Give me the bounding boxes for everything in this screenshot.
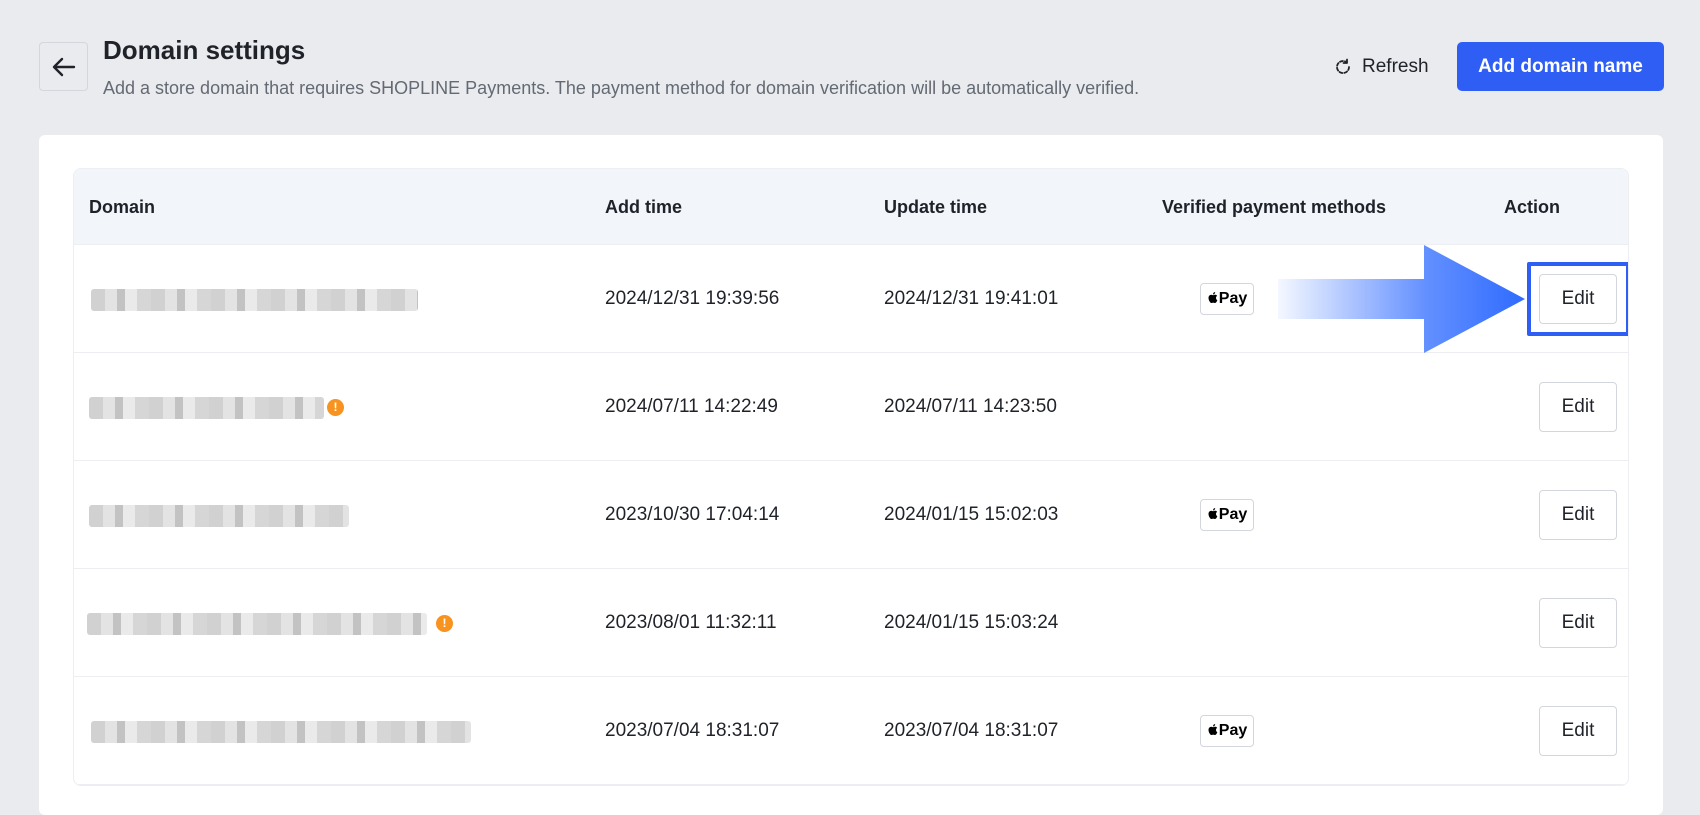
domain-name-redacted — [89, 505, 349, 527]
domain-name-redacted — [91, 721, 471, 743]
refresh-icon — [1336, 58, 1350, 74]
apple-pay-badge: Pay — [1200, 715, 1254, 747]
table-row: 2024/12/31 19:39:56 2024/12/31 19:41:01 … — [74, 245, 1628, 353]
add-domain-button[interactable]: Add domain name — [1457, 42, 1664, 91]
page-header: Domain settings Add a store domain that … — [0, 0, 1700, 135]
add-time-cell: 2024/07/11 14:22:49 — [605, 396, 778, 417]
apple-pay-badge: Pay — [1200, 283, 1254, 315]
edit-button[interactable]: Edit — [1539, 598, 1617, 648]
column-header-add-time: Add time — [605, 197, 683, 217]
column-header-action: Action — [1504, 197, 1560, 217]
update-time-cell: 2024/01/15 15:03:24 — [884, 612, 1059, 633]
add-time-cell: 2024/12/31 19:39:56 — [605, 288, 780, 309]
refresh-button[interactable]: Refresh — [1333, 52, 1429, 82]
update-time-cell: 2024/12/31 19:41:01 — [884, 288, 1059, 309]
update-time-cell: 2024/01/15 15:02:03 — [884, 504, 1059, 525]
table-header: Domain Add time Update time Verified pay… — [74, 169, 1628, 245]
domain-name-redacted — [89, 397, 324, 419]
add-time-cell: 2023/07/04 18:31:07 — [605, 720, 780, 741]
table-row: ! 2024/07/11 14:22:49 2024/07/11 14:23:5… — [74, 353, 1628, 461]
page-subtitle: Add a store domain that requires SHOPLIN… — [103, 78, 1140, 98]
table-row: ! 2023/08/01 11:32:11 2024/01/15 15:03:2… — [74, 569, 1628, 677]
apple-logo-icon — [1207, 506, 1219, 523]
domain-name-redacted — [87, 613, 427, 635]
apple-logo-icon — [1207, 290, 1219, 307]
table-row: 2023/07/04 18:31:07 2023/07/04 18:31:07 … — [74, 677, 1628, 785]
warning-icon[interactable]: ! — [327, 399, 344, 416]
pointer-arrow-icon — [1278, 245, 1525, 353]
column-header-update-time: Update time — [884, 197, 988, 217]
add-time-cell: 2023/10/30 17:04:14 — [605, 504, 780, 525]
refresh-label: Refresh — [1362, 56, 1429, 77]
update-time-cell: 2023/07/04 18:31:07 — [884, 720, 1059, 741]
edit-button[interactable]: Edit — [1539, 274, 1617, 324]
apple-logo-icon — [1207, 722, 1219, 739]
apple-pay-badge: Pay — [1200, 499, 1254, 531]
warning-icon[interactable]: ! — [436, 615, 453, 632]
domain-table: Domain Add time Update time Verified pay… — [73, 168, 1629, 786]
edit-button[interactable]: Edit — [1539, 490, 1617, 540]
domain-table-card: Domain Add time Update time Verified pay… — [39, 135, 1663, 815]
update-time-cell: 2024/07/11 14:23:50 — [884, 396, 1057, 417]
column-header-domain: Domain — [89, 197, 156, 217]
arrow-left-icon — [52, 57, 75, 76]
add-time-cell: 2023/08/01 11:32:11 — [605, 612, 777, 633]
table-row: 2023/10/30 17:04:14 2024/01/15 15:02:03 … — [74, 461, 1628, 569]
column-header-verified-payment: Verified payment methods — [1162, 197, 1387, 217]
back-button[interactable] — [39, 42, 88, 91]
edit-button[interactable]: Edit — [1539, 706, 1617, 756]
page-title: Domain settings — [103, 35, 306, 65]
edit-button[interactable]: Edit — [1539, 382, 1617, 432]
domain-name-redacted — [91, 289, 418, 311]
